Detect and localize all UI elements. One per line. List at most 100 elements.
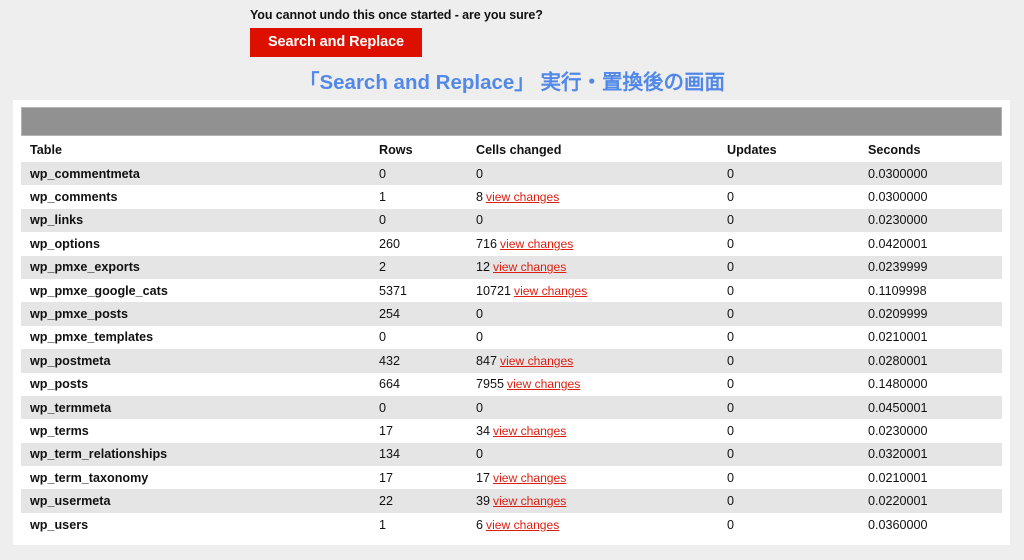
cell-cells-changed: 8 view changes bbox=[476, 185, 727, 208]
view-changes-link[interactable]: view changes bbox=[500, 354, 573, 368]
cells-changed-count: 34 bbox=[476, 423, 491, 438]
cell-seconds: 0.0300000 bbox=[868, 190, 928, 205]
cell-row-count: 432 bbox=[379, 353, 401, 368]
cell-cells-changed: 17 view changes bbox=[476, 466, 727, 489]
cell-seconds: 0.0210001 bbox=[868, 470, 928, 485]
view-changes-link[interactable]: view changes bbox=[514, 284, 587, 298]
cells-changed-count: 17 bbox=[476, 470, 491, 485]
cell-row-count: 0 bbox=[379, 166, 387, 181]
cell-table-name: wp_comments bbox=[30, 190, 118, 205]
results-card: Table Rows Cells changed Updates Seconds… bbox=[13, 100, 1010, 545]
cell-cells-changed: 39 view changes bbox=[476, 489, 727, 512]
table-row: wp_links 0 0 0 0.0230000 bbox=[21, 208, 1002, 233]
cell-cells-changed: 0 bbox=[476, 162, 727, 185]
cell-seconds: 0.0450001 bbox=[868, 400, 928, 415]
cells-changed-count: 716 bbox=[476, 236, 498, 251]
cell-cells-changed: 716 view changes bbox=[476, 232, 727, 255]
view-changes-link[interactable]: view changes bbox=[493, 260, 566, 274]
cell-table-name: wp_posts bbox=[30, 377, 89, 392]
cell-seconds: 0.0300000 bbox=[868, 166, 928, 181]
results-table: Table Rows Cells changed Updates Seconds… bbox=[21, 140, 1002, 536]
cell-updates: 0 bbox=[727, 307, 735, 322]
table-row: wp_pmxe_templates 0 0 0 0.0210001 bbox=[21, 326, 1002, 349]
cell-cells-changed: 0 bbox=[476, 326, 727, 349]
cells-changed-count: 12 bbox=[476, 260, 491, 275]
cell-cells-changed: 0 bbox=[476, 209, 727, 232]
cells-changed-count: 0 bbox=[476, 447, 484, 462]
cell-seconds: 0.0280001 bbox=[868, 353, 928, 368]
cell-seconds: 0.0360000 bbox=[868, 517, 928, 532]
cell-table-name: wp_pmxe_templates bbox=[30, 330, 154, 345]
cell-row-count: 22 bbox=[379, 494, 394, 509]
cell-seconds: 0.1109998 bbox=[868, 283, 927, 298]
view-changes-link[interactable]: view changes bbox=[486, 190, 559, 204]
table-row: wp_commentmeta 0 0 0 0.0300000 bbox=[21, 162, 1002, 186]
search-and-replace-button[interactable]: Search and Replace bbox=[250, 28, 422, 57]
column-header-table: Table bbox=[30, 143, 62, 157]
cell-cells-changed: 7955 view changes bbox=[476, 373, 727, 396]
cells-changed-count: 0 bbox=[476, 400, 484, 415]
cells-changed-count: 0 bbox=[476, 307, 484, 322]
cells-changed-count: 847 bbox=[476, 353, 498, 368]
cell-cells-changed: 847 view changes bbox=[476, 349, 727, 372]
cell-seconds: 0.0420001 bbox=[868, 236, 928, 251]
cell-cells-changed: 0 bbox=[476, 302, 727, 325]
cell-updates: 0 bbox=[727, 447, 735, 462]
cell-cells-changed: 0 bbox=[476, 396, 727, 419]
cell-updates: 0 bbox=[727, 283, 735, 298]
column-header-updates: Updates bbox=[727, 143, 777, 157]
cell-row-count: 0 bbox=[379, 330, 387, 345]
cell-row-count: 0 bbox=[379, 213, 387, 228]
cell-updates: 0 bbox=[727, 330, 735, 345]
cell-cells-changed: 12 view changes bbox=[476, 256, 727, 279]
column-header-cells-changed: Cells changed bbox=[476, 143, 562, 157]
cell-updates: 0 bbox=[727, 400, 735, 415]
cell-seconds: 0.0230000 bbox=[868, 423, 928, 438]
cell-row-count: 5371 bbox=[379, 283, 408, 298]
results-table-head: Table Rows Cells changed Updates Seconds bbox=[21, 140, 1002, 162]
cell-row-count: 2 bbox=[379, 260, 387, 275]
undo-warning-text: You cannot undo this once started - are … bbox=[250, 8, 543, 22]
cell-updates: 0 bbox=[727, 494, 735, 509]
cell-cells-changed: 6 view changes bbox=[476, 513, 727, 536]
table-row: wp_posts 664 7955 view changes 0 0.1480000 bbox=[21, 373, 1002, 396]
cell-cells-changed: 10721 view changes bbox=[476, 279, 727, 302]
cell-row-count: 0 bbox=[379, 400, 387, 415]
cell-row-count: 134 bbox=[379, 447, 401, 462]
view-changes-link[interactable]: view changes bbox=[507, 377, 580, 391]
cells-changed-count: 8 bbox=[476, 190, 484, 205]
cells-changed-count: 0 bbox=[476, 166, 484, 181]
table-row: wp_pmxe_google_cats 5371 10721 view changes… bbox=[21, 279, 1002, 302]
table-row: wp_pmxe_exports 2 12 view changes 0 0.0239999 bbox=[21, 255, 1002, 279]
cell-updates: 0 bbox=[727, 517, 735, 532]
notice-area: You cannot undo this once started - are … bbox=[0, 0, 1024, 95]
cell-row-count: 17 bbox=[379, 423, 394, 438]
cell-cells-changed: 34 view changes bbox=[476, 419, 727, 442]
table-row: wp_terms 17 34 view changes 0 0.0230000 bbox=[21, 419, 1002, 442]
cell-seconds: 0.0230000 bbox=[868, 213, 928, 228]
cell-row-count: 17 bbox=[379, 470, 394, 485]
cell-updates: 0 bbox=[727, 260, 735, 275]
cells-changed-count: 0 bbox=[476, 330, 484, 345]
cell-updates: 0 bbox=[727, 190, 735, 205]
view-changes-link[interactable]: view changes bbox=[500, 237, 573, 251]
cell-row-count: 664 bbox=[379, 377, 401, 392]
view-changes-link[interactable]: view changes bbox=[493, 424, 566, 438]
view-changes-link[interactable]: view changes bbox=[493, 494, 566, 508]
cell-table-name: wp_terms bbox=[30, 423, 89, 438]
view-changes-link[interactable]: view changes bbox=[493, 471, 566, 485]
cell-table-name: wp_pmxe_google_cats bbox=[30, 283, 168, 298]
cell-table-name: wp_links bbox=[30, 213, 84, 228]
table-row: wp_comments 1 8 view changes 0 0.0300000 bbox=[21, 185, 1002, 208]
cells-changed-count: 6 bbox=[476, 517, 484, 532]
cell-table-name: wp_postmeta bbox=[30, 353, 111, 368]
cell-seconds: 0.0209999 bbox=[868, 307, 928, 322]
cells-changed-count: 10721 bbox=[476, 283, 512, 298]
cell-table-name: wp_pmxe_posts bbox=[30, 307, 128, 322]
cell-updates: 0 bbox=[727, 236, 735, 251]
cell-table-name: wp_users bbox=[30, 517, 89, 532]
view-changes-link[interactable]: view changes bbox=[486, 518, 559, 532]
table-row: wp_termmeta 0 0 0 0.0450001 bbox=[21, 395, 1002, 420]
table-row: wp_options 260 716 view changes 0 0.0420001 bbox=[21, 232, 1002, 255]
table-row: wp_postmeta 432 847 view changes 0 0.0280001 bbox=[21, 349, 1002, 373]
